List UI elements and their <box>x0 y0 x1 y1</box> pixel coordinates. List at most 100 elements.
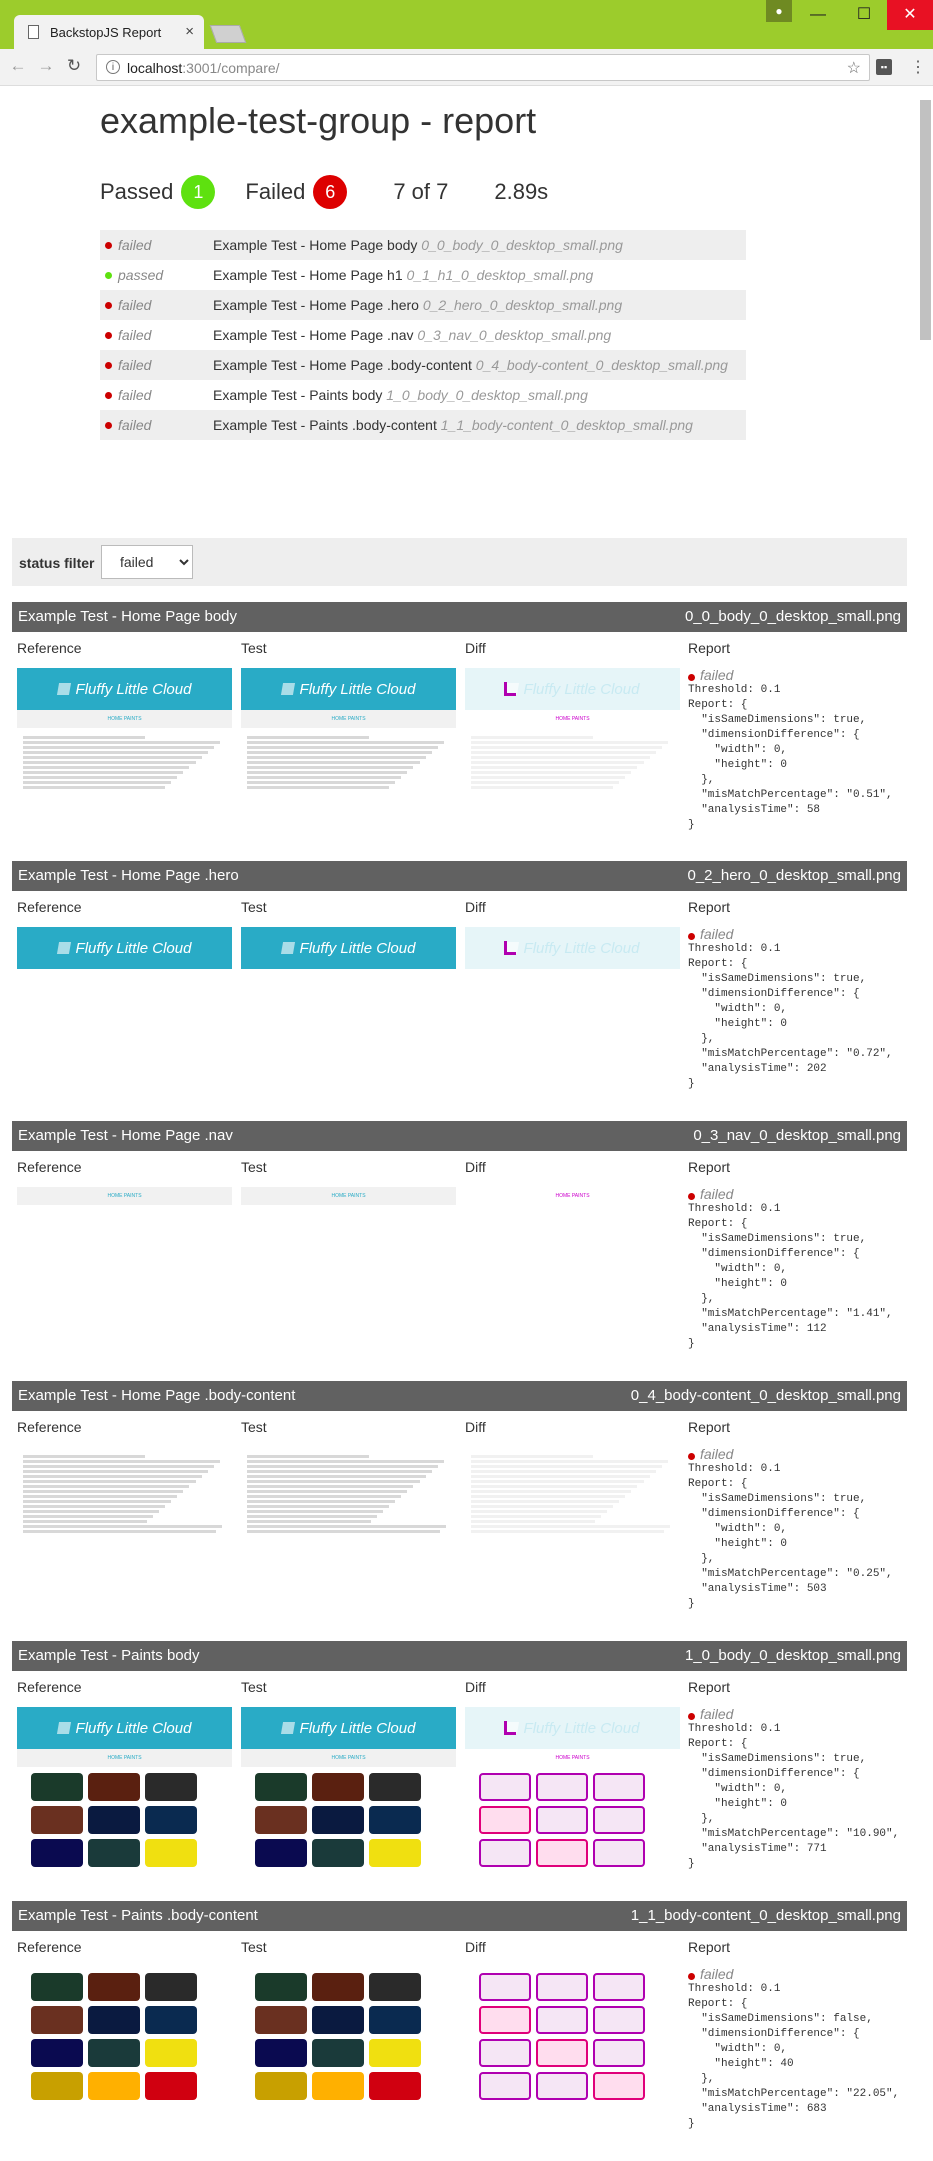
swatch <box>593 1839 645 1867</box>
screenshot[interactable]: Fluffy Little Cloud HOME PAINTS <box>17 1707 232 1873</box>
info-icon[interactable]: i <box>106 60 120 74</box>
profile-icon[interactable]: ● <box>766 0 792 22</box>
text-line <box>471 751 656 754</box>
test-section: Example Test - Paints .body-content 1_1_b… <box>12 1901 907 2161</box>
diff-column: Diff Fluffy Little Cloud HOME PAINTS <box>465 1679 680 1873</box>
swatch <box>369 1973 421 2001</box>
text-block <box>465 1447 680 1541</box>
row-filename: 0_1_h1_0_desktop_small.png <box>406 267 594 283</box>
extension-icon[interactable]: ▪▪ <box>876 59 892 75</box>
passed-summary[interactable]: Passed 1 <box>100 175 216 209</box>
browser-tab[interactable]: BackstopJS Report × <box>14 15 204 49</box>
report-status: failed <box>688 1447 893 1462</box>
screenshot[interactable]: Fluffy Little Cloud HOME PAINTS <box>465 1707 680 1873</box>
column-header: Reference <box>17 1679 82 1695</box>
summary-row[interactable]: failed Example Test - Paints body 1_0_bod… <box>100 380 746 410</box>
row-name: Example Test - Home Page .nav <box>213 327 414 343</box>
row-name: Example Test - Home Page h1 <box>213 267 403 283</box>
screenshot[interactable]: Fluffy Little Cloud HOME PAINTS <box>465 668 680 797</box>
swatch <box>31 2039 83 2067</box>
screenshot[interactable]: Fluffy Little Cloud <box>17 927 232 969</box>
summary-row[interactable]: failed Example Test - Home Page .nav 0_3_… <box>100 320 746 350</box>
column-header: Diff <box>465 899 486 915</box>
test-column: Test HOME PAINTS <box>241 1159 456 1205</box>
hero-text: Fluffy Little Cloud <box>75 1719 192 1737</box>
status-dot <box>105 362 112 369</box>
back-icon[interactable]: ← <box>8 56 28 76</box>
screenshot[interactable] <box>465 1967 680 2106</box>
screenshot[interactable]: HOME PAINTS <box>17 1187 232 1205</box>
reference-column: Reference Fluffy Little Cloud HOME PAINTS <box>17 1679 232 1873</box>
test-filename: 0_0_body_0_desktop_small.png <box>685 608 901 625</box>
toolbar: ← → ↻ i localhost:3001/compare/ ☆ ▪▪ ⋮ <box>0 49 933 86</box>
address-bar[interactable]: i localhost:3001/compare/ ☆ <box>96 54 870 81</box>
screenshot[interactable] <box>17 1447 232 1541</box>
report-column: Report failed Threshold: 0.1 Report: { "is… <box>688 1939 899 2132</box>
maximize-icon[interactable]: ☐ <box>841 0 887 30</box>
text-line <box>471 756 650 759</box>
swatch <box>31 1973 83 2001</box>
column-header: Diff <box>465 1679 486 1695</box>
swatch <box>145 1773 197 1801</box>
test-name: Example Test - Home Page body <box>18 608 238 625</box>
screenshot[interactable] <box>241 1967 456 2106</box>
status-filter-select[interactable]: failed <box>101 545 193 579</box>
summary-row[interactable]: failed Example Test - Home Page .hero 0_2… <box>100 290 746 320</box>
nav-text: HOME PAINTS <box>107 1755 142 1761</box>
column-header: Test <box>241 899 267 915</box>
summary-row[interactable]: failed Example Test - Home Page .body-con… <box>100 350 746 380</box>
screenshot[interactable]: Fluffy Little Cloud <box>241 927 456 969</box>
swatch <box>479 1806 531 1834</box>
reload-icon[interactable]: ↻ <box>64 56 84 76</box>
text-line <box>23 1455 145 1458</box>
text-line <box>23 741 220 744</box>
screenshot[interactable]: HOME PAINTS <box>465 1187 680 1205</box>
report-json: Threshold: 0.1 Report: { "isSameDimensio… <box>688 684 893 831</box>
screenshot[interactable]: Fluffy Little Cloud HOME PAINTS <box>17 668 232 797</box>
minimize-icon[interactable]: — <box>795 0 841 30</box>
report-status-text: failed <box>700 926 734 942</box>
row-name: Example Test - Home Page .body-content <box>213 357 472 373</box>
column-header: Diff <box>465 1939 486 1955</box>
nav-text: HOME PAINTS <box>107 716 142 722</box>
text-line <box>23 1475 202 1478</box>
column-header: Report <box>688 640 731 656</box>
forward-icon[interactable]: → <box>36 56 56 76</box>
close-tab-icon[interactable]: × <box>185 23 194 40</box>
text-line <box>247 761 420 764</box>
screenshot[interactable]: Fluffy Little Cloud HOME PAINTS <box>241 1707 456 1873</box>
hero-text: Fluffy Little Cloud <box>75 680 192 698</box>
text-line <box>471 1465 662 1468</box>
report-status-text: failed <box>700 1446 734 1462</box>
text-line <box>23 1510 159 1513</box>
screenshot[interactable]: HOME PAINTS <box>241 1187 456 1205</box>
menu-icon[interactable]: ⋮ <box>910 57 926 77</box>
summary-row[interactable]: passed Example Test - Home Page h1 0_1_h1… <box>100 260 746 290</box>
screenshot[interactable] <box>17 1967 232 2106</box>
screenshot[interactable]: Fluffy Little Cloud <box>465 927 680 969</box>
screenshot[interactable]: Fluffy Little Cloud HOME PAINTS <box>241 668 456 797</box>
swatch <box>312 1973 364 2001</box>
row-status: failed <box>118 237 152 253</box>
new-tab-button[interactable] <box>209 25 247 43</box>
row-filename: 0_2_hero_0_desktop_small.png <box>422 297 623 313</box>
column-header: Report <box>688 1419 731 1435</box>
scrollbar-thumb[interactable] <box>920 100 931 340</box>
status-dot <box>688 933 695 940</box>
text-line <box>247 1505 390 1508</box>
swatch <box>369 2039 421 2067</box>
hero-banner: Fluffy Little Cloud <box>17 927 232 969</box>
screenshot[interactable] <box>465 1447 680 1541</box>
cloud-logo-icon <box>56 683 71 695</box>
failed-summary[interactable]: Failed 6 <box>245 175 348 209</box>
column-header: Diff <box>465 1419 486 1435</box>
column-header: Test <box>241 1419 267 1435</box>
close-window-icon[interactable]: ✕ <box>887 0 933 30</box>
summary-row[interactable]: failed Example Test - Home Page body 0_0_… <box>100 230 746 260</box>
bookmark-star-icon[interactable]: ☆ <box>847 58 861 78</box>
text-line <box>471 1500 620 1503</box>
screenshot[interactable] <box>241 1447 456 1541</box>
summary-row[interactable]: failed Example Test - Paints .body-conten… <box>100 410 746 440</box>
hero-text: Fluffy Little Cloud <box>523 680 640 698</box>
nav-strip: HOME PAINTS <box>465 1749 680 1767</box>
